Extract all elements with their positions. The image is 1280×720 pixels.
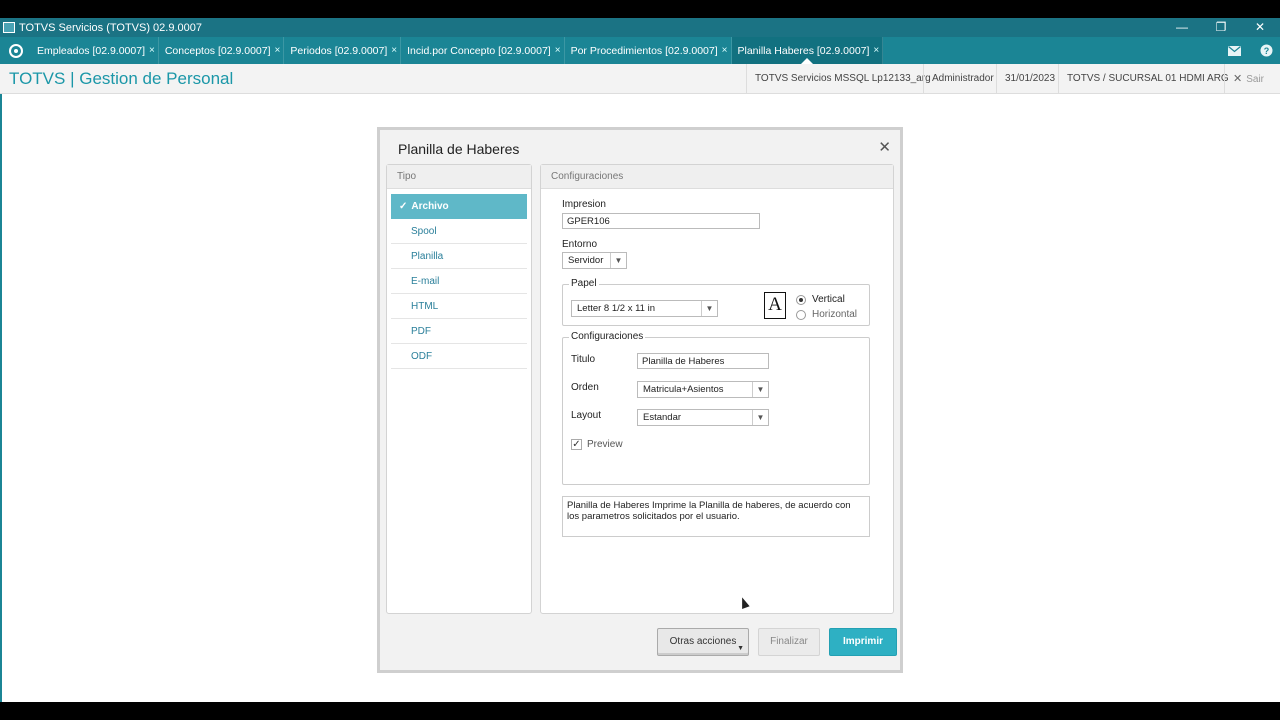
entorno-label: Entorno xyxy=(562,239,598,250)
tipo-item-spool[interactable]: Spool xyxy=(391,219,527,244)
tab-close-icon[interactable]: × xyxy=(391,45,397,56)
app-brand: TOTVS | Gestion de Personal xyxy=(9,69,234,88)
branch-info: TOTVS / SUCURSAL 01 HDMI ARG xyxy=(1058,64,1237,94)
desktop-screen: TOTVS Servicios (TOTVS) 02.9.0007 — ❐ ✕ … xyxy=(0,18,1280,702)
report-description: Planilla de Haberes Imprime la Planilla … xyxy=(562,496,870,537)
titulo-field[interactable]: Planilla de Haberes xyxy=(637,353,769,369)
layout-label: Layout xyxy=(571,410,602,421)
configuraciones-title: Configuraciones xyxy=(569,331,646,342)
horizontal-radio[interactable] xyxy=(796,310,806,320)
layout-select[interactable]: Estandar ▼ xyxy=(637,409,769,426)
chevron-down-icon: ▼ xyxy=(752,382,768,397)
tab-label: Conceptos [02.9.0007] xyxy=(164,44,271,57)
finalizar-button[interactable]: Finalizar xyxy=(758,628,820,656)
config-panel: Configuraciones Impresion GPER106 Entorn… xyxy=(540,164,894,614)
close-icon: ✕ xyxy=(1233,73,1243,85)
layout-value: Estandar xyxy=(643,412,682,423)
entorno-value: Servidor xyxy=(568,255,604,266)
orden-label: Orden xyxy=(571,382,599,393)
app-header: TOTVS | Gestion de Personal TOTVS Servic… xyxy=(0,64,1280,94)
papel-title: Papel xyxy=(569,278,599,289)
exit-button[interactable]: ✕ Sair xyxy=(1224,64,1272,94)
titulo-label: Titulo xyxy=(571,354,596,365)
home-icon xyxy=(8,43,23,58)
help-icon: ? xyxy=(1260,44,1272,57)
chevron-down-icon: ▼ xyxy=(752,410,768,425)
dialog-close-icon[interactable]: ✕ xyxy=(878,138,891,156)
home-button[interactable] xyxy=(0,37,31,64)
entorno-select[interactable]: Servidor ▼ xyxy=(562,252,627,269)
tipo-item-archivo[interactable]: ✓ Archivo xyxy=(391,194,527,219)
preview-checkbox[interactable]: ✓ xyxy=(571,439,582,450)
other-actions-label: Otras acciones xyxy=(669,636,737,647)
svg-text:?: ? xyxy=(1263,46,1269,56)
tab-close-icon[interactable]: × xyxy=(873,45,879,56)
tipo-panel: Tipo ✓ Archivo Spool Planilla E-mail HTML… xyxy=(386,164,532,614)
papel-group: Papel Letter 8 1/2 x 11 in ▼ A Vertical H… xyxy=(562,278,870,326)
portrait-page-icon: A xyxy=(764,292,786,319)
tab-bar: Empleados [02.9.0007] × Conceptos [02.9.0… xyxy=(0,37,1280,64)
orden-select[interactable]: Matricula+Asientos ▼ xyxy=(637,381,769,398)
tab-close-icon[interactable]: × xyxy=(722,45,728,56)
window-title: TOTVS Servicios (TOTVS) 02.9.0007 xyxy=(19,21,202,34)
close-window-button[interactable]: ✕ xyxy=(1240,18,1280,37)
dialog-title: Planilla de Haberes xyxy=(398,141,520,157)
paper-size-select[interactable]: Letter 8 1/2 x 11 in ▼ xyxy=(571,300,718,317)
minimize-button[interactable]: — xyxy=(1162,18,1202,37)
tab-label: Por Procedimientos [02.9.0007] xyxy=(570,44,718,57)
tab-label: Incid.por Concepto [02.9.0007] xyxy=(407,44,551,57)
window-titlebar: TOTVS Servicios (TOTVS) 02.9.0007 — ❐ ✕ xyxy=(0,18,1280,37)
chevron-down-icon: ▼ xyxy=(610,253,626,268)
mail-icon xyxy=(1227,45,1241,56)
tipo-header: Tipo xyxy=(387,165,531,189)
tab-empleados[interactable]: Empleados [02.9.0007] × xyxy=(31,37,159,64)
date-info: 31/01/2023 xyxy=(996,64,1063,94)
horizontal-label: Horizontal xyxy=(812,309,858,320)
tipo-item-email[interactable]: E-mail xyxy=(391,269,527,294)
config-header: Configuraciones xyxy=(541,165,893,189)
check-icon: ✓ xyxy=(399,201,408,212)
tipo-item-odf[interactable]: ODF xyxy=(391,344,527,369)
tab-por-procedimientos[interactable]: Por Procedimientos [02.9.0007] × xyxy=(565,37,732,64)
chevron-down-icon: ▼ xyxy=(701,301,717,316)
tab-label: Periodos [02.9.0007] xyxy=(290,44,388,57)
mail-button[interactable] xyxy=(1218,37,1250,64)
configuraciones-group: Configuraciones Titulo Planilla de Haber… xyxy=(562,331,870,485)
vertical-radio[interactable] xyxy=(796,295,806,305)
tipo-item-planilla[interactable]: Planilla xyxy=(391,244,527,269)
tab-label: Empleados [02.9.0007] xyxy=(37,44,145,57)
impresion-field[interactable]: GPER106 xyxy=(562,213,760,229)
vertical-label: Vertical xyxy=(812,294,845,305)
left-accent-bar xyxy=(0,94,2,702)
tab-close-icon[interactable]: × xyxy=(555,45,561,56)
tab-close-icon[interactable]: × xyxy=(149,45,155,56)
user-info: Administrador xyxy=(923,64,1002,94)
other-actions-button[interactable]: Otras acciones ▼ xyxy=(657,628,749,656)
exit-label: Sair xyxy=(1246,74,1265,85)
tipo-item-html[interactable]: HTML xyxy=(391,294,527,319)
tab-incid-por-concepto[interactable]: Incid.por Concepto [02.9.0007] × xyxy=(401,37,565,64)
restore-button[interactable]: ❐ xyxy=(1201,18,1241,37)
tipo-item-pdf[interactable]: PDF xyxy=(391,319,527,344)
impresion-label: Impresion xyxy=(562,199,606,210)
imprimir-button[interactable]: Imprimir xyxy=(829,628,897,656)
tab-conceptos[interactable]: Conceptos [02.9.0007] × xyxy=(159,37,285,64)
app-icon xyxy=(3,22,15,33)
orden-value: Matricula+Asientos xyxy=(643,384,724,395)
server-info: TOTVS Servicios MSSQL Lp12133_arg xyxy=(746,64,939,94)
tipo-item-label: Archivo xyxy=(411,201,449,212)
paper-size-value: Letter 8 1/2 x 11 in xyxy=(577,303,655,314)
help-button[interactable]: ? xyxy=(1250,37,1280,64)
print-dialog: Planilla de Haberes ✕ Tipo ✓ Archivo Spoo… xyxy=(377,127,903,673)
tab-periodos[interactable]: Periodos [02.9.0007] × xyxy=(284,37,402,64)
caret-down-icon: ▼ xyxy=(737,645,744,652)
tab-label: Planilla Haberes [02.9.0007] xyxy=(737,44,870,57)
tab-planilla-haberes[interactable]: Planilla Haberes [02.9.0007] × xyxy=(731,37,884,64)
preview-label: Preview xyxy=(587,439,623,450)
tab-close-icon[interactable]: × xyxy=(275,45,281,56)
